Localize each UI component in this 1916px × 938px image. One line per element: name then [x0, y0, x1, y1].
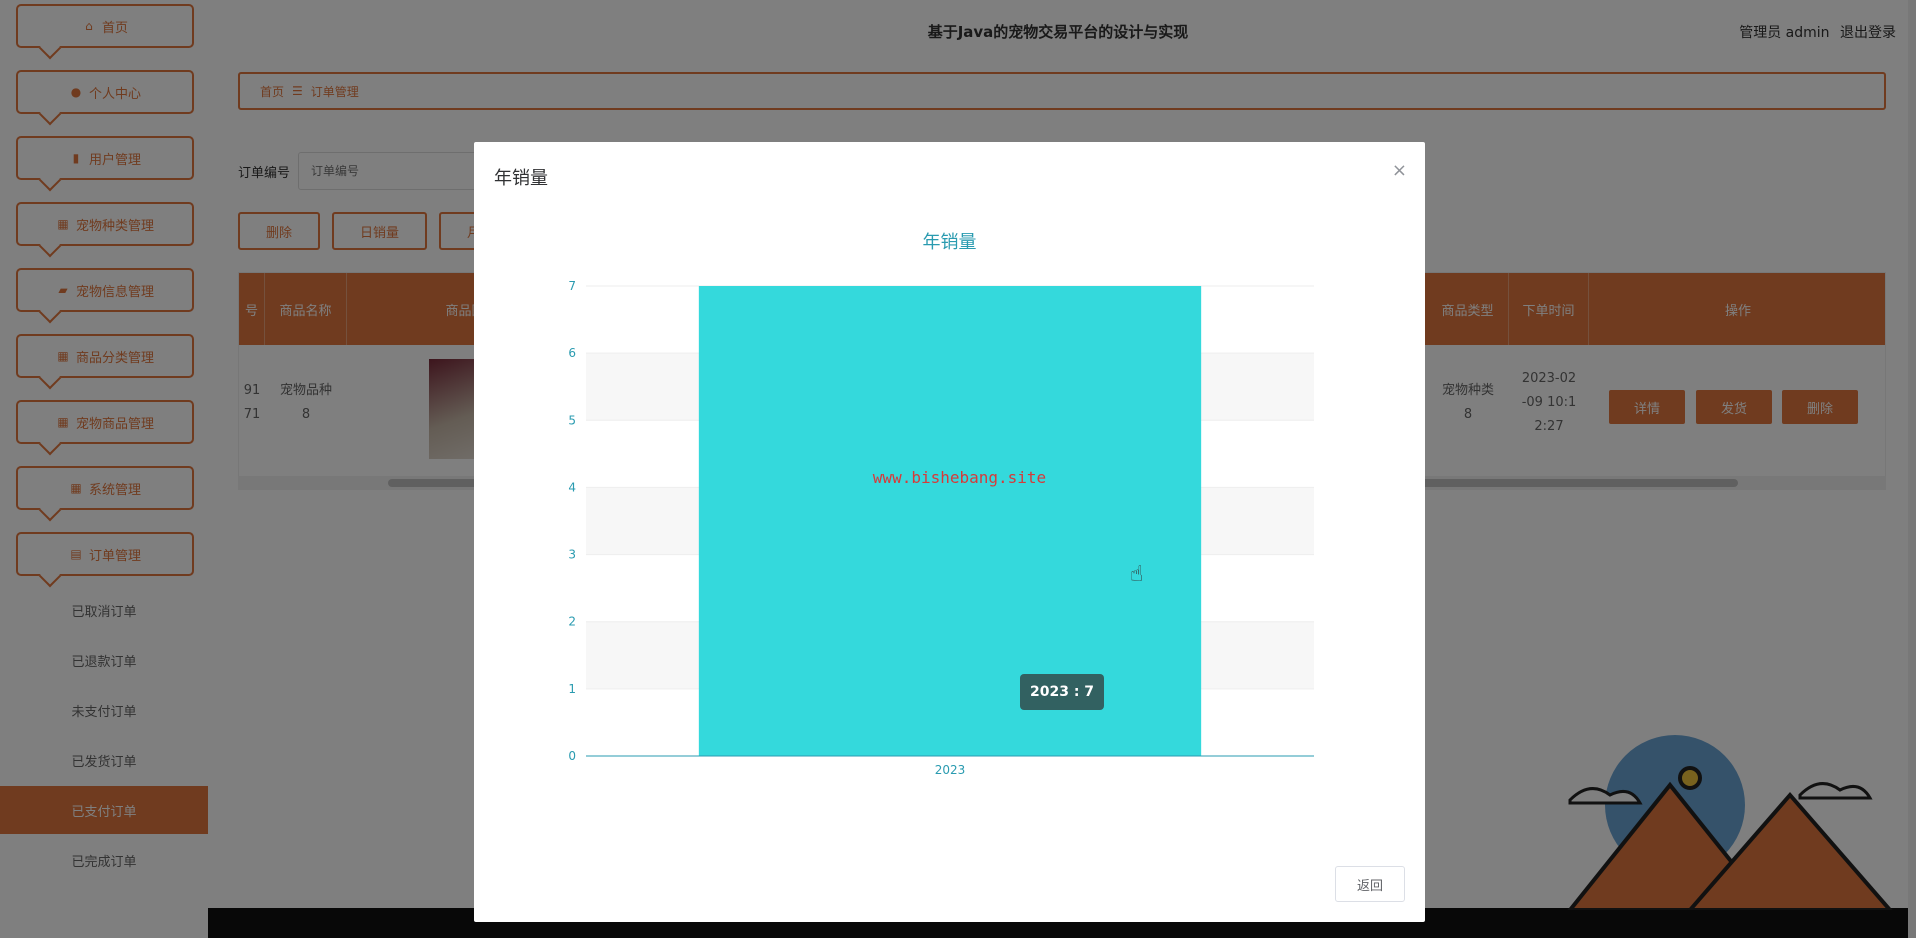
yearly-sales-chart: 012345672023: [568, 279, 1314, 777]
yearly-sales-dialog: 年销量 × 年销量 0 1 2 3 4 5 6 7 2023 www.bishebang.sit…: [474, 142, 1425, 922]
y-tick-label: 5: [568, 413, 576, 427]
bar: [698, 286, 1202, 756]
watermark-text: www.bishebang.site: [872, 468, 1047, 487]
y-tick-label: 7: [568, 279, 576, 293]
return-button[interactable]: 返回: [1335, 866, 1405, 902]
chart-tooltip: 2023 : 7: [1020, 674, 1105, 710]
hand-cursor-icon: ☝: [1130, 562, 1144, 587]
x-tick-label: 2023: [935, 763, 966, 777]
y-tick-label: 2: [568, 615, 576, 629]
y-tick-label: 3: [568, 548, 576, 562]
y-tick-label: 1: [568, 682, 576, 696]
y-tick-label: 6: [568, 346, 576, 360]
y-tick-label: 0: [568, 749, 576, 763]
